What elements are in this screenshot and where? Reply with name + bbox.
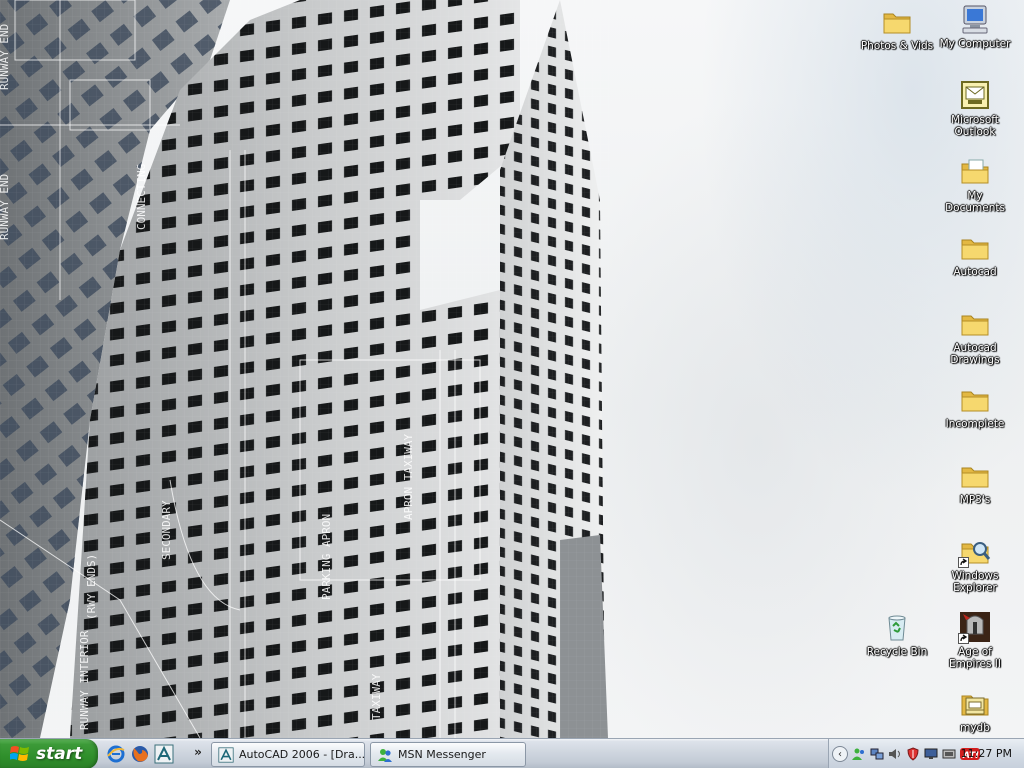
desktop-icon-my-documents[interactable]: My Documents (935, 156, 1015, 214)
desktop-icon-label: Incomplete (945, 418, 1005, 430)
quick-launch-more-button[interactable]: » (192, 742, 204, 762)
desktop-icon-label: mydb (960, 722, 990, 734)
folder-icon (958, 308, 992, 340)
recycle-bin-icon (880, 612, 914, 644)
system-clock[interactable]: 11:27 PM (961, 739, 1012, 768)
desktop-icon-mydb[interactable]: mydb (935, 688, 1015, 734)
svg-text:RUNWAY END: RUNWAY END (0, 24, 11, 90)
msn-messenger-icon (377, 747, 393, 763)
desktop-icon-label: Windows Explorer (951, 570, 999, 594)
taskbar-button-label: MSN Messenger (398, 748, 486, 761)
desktop-icon-autocad-drawings[interactable]: Autocad Drawings (935, 308, 1015, 366)
explorer-icon (958, 536, 992, 568)
folder-icon (958, 384, 992, 416)
desktop-icon-age-of-empires[interactable]: Age of Empires II (935, 612, 1015, 670)
system-tray: ‹ ATI 11:27 PM (828, 739, 1024, 768)
desktop-icon-label: Age of Empires II (949, 646, 1001, 670)
desktop-icon-windows-explorer[interactable]: Windows Explorer (935, 536, 1015, 594)
desktop-icon-label: My Computer (939, 38, 1011, 50)
desktop-icon-label: My Documents (945, 190, 1005, 214)
desktop-icon-label: Recycle Bin (866, 646, 928, 658)
svg-text:SECONDARY: SECONDARY (160, 500, 173, 560)
taskbar: start » AutoCAD 2006 - [Dra... MSN Messe… (0, 738, 1024, 768)
svg-text:RUNWAY INTERIOR: RUNWAY INTERIOR (78, 630, 91, 730)
autocad-icon[interactable] (154, 744, 174, 764)
desktop-icon-label: Photos & Vids (860, 40, 934, 52)
rar-archive-icon (958, 688, 992, 720)
folder-icon (958, 460, 992, 492)
desktop-icon-recycle-bin[interactable]: Recycle Bin (857, 612, 937, 658)
autocad-icon (218, 746, 234, 763)
msn-tray-icon[interactable] (852, 747, 866, 761)
desktop-icon-autocad[interactable]: Autocad (935, 232, 1015, 278)
windows-logo-icon (9, 745, 30, 763)
show-hidden-icons-button[interactable]: ‹ (832, 746, 848, 762)
computer-icon (958, 4, 992, 36)
taskbar-button-msn-messenger[interactable]: MSN Messenger (370, 742, 526, 767)
desktop-icon-label: Microsoft Outlook (951, 114, 999, 138)
desktop-icon-my-computer[interactable]: My Computer (935, 4, 1015, 50)
svg-text:PARKING APRON: PARKING APRON (320, 514, 333, 600)
security-shield-icon[interactable] (906, 747, 920, 761)
network-icon[interactable] (870, 747, 884, 761)
folder-icon (880, 6, 914, 38)
svg-text:RUNWAY END: RUNWAY END (0, 174, 11, 240)
firefox-icon[interactable] (130, 744, 150, 764)
desktop-icon-label: Autocad (953, 266, 997, 278)
desktop-icon-mp3s[interactable]: MP3's (935, 460, 1015, 506)
desktop-icon-label: Autocad Drawings (950, 342, 1000, 366)
start-button[interactable]: start (0, 739, 98, 768)
display-settings-icon[interactable] (942, 747, 956, 761)
svg-text:APRON TAXIWAY: APRON TAXIWAY (402, 434, 415, 520)
monitor-icon[interactable] (924, 747, 938, 761)
svg-text:CONNECTING: CONNECTING (135, 164, 148, 230)
volume-icon[interactable] (888, 747, 902, 761)
desktop-icon-microsoft-outlook[interactable]: Microsoft Outlook (935, 80, 1015, 138)
desktop-icon-incomplete[interactable]: Incomplete (935, 384, 1015, 430)
svg-text:(RWY ENDS): (RWY ENDS) (85, 554, 98, 620)
shortcut-arrow-icon (958, 633, 969, 644)
quick-launch-bar (106, 743, 174, 765)
desktop-icon-photos-vids[interactable]: Photos & Vids (857, 6, 937, 52)
svg-text:TAXIWAY: TAXIWAY (370, 673, 383, 720)
taskbar-button-label: AutoCAD 2006 - [Dra... (239, 748, 365, 761)
start-label: start (36, 744, 83, 764)
outlook-icon (958, 80, 992, 112)
age-of-empires-icon (958, 612, 992, 644)
taskbar-button-autocad[interactable]: AutoCAD 2006 - [Dra... (211, 742, 365, 767)
desktop-icon-label: MP3's (959, 494, 991, 506)
documents-folder-icon (958, 156, 992, 188)
shortcut-arrow-icon (958, 557, 969, 568)
internet-explorer-icon[interactable] (106, 744, 126, 764)
folder-icon (958, 232, 992, 264)
